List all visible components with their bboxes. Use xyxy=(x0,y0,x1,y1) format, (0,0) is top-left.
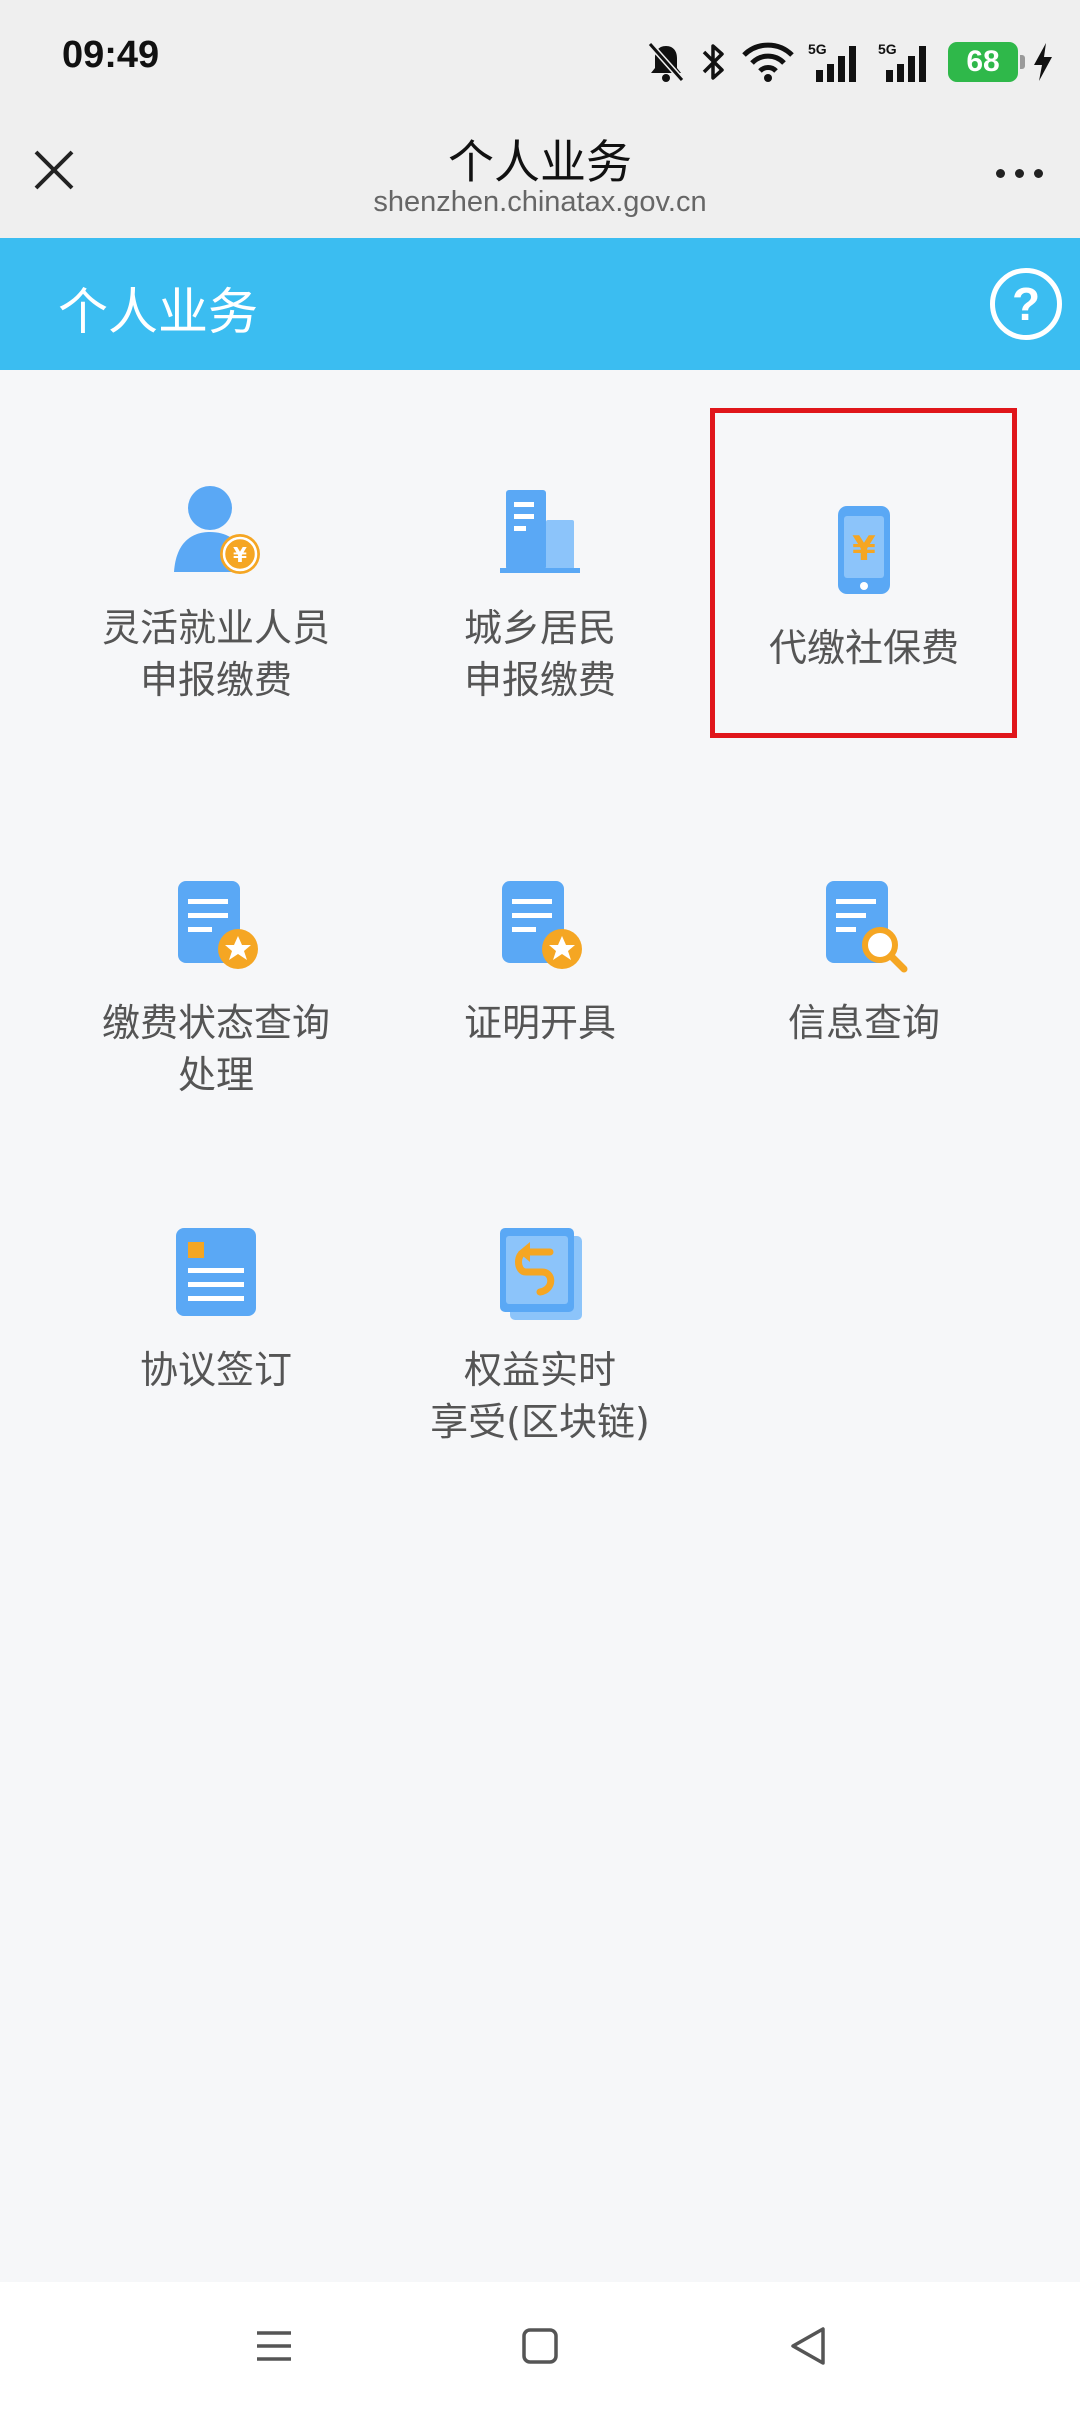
highlight-box xyxy=(710,408,1017,738)
service-label: 权益实时 享受(区块链) xyxy=(430,1348,650,1444)
help-button[interactable]: ? xyxy=(990,268,1062,340)
menu-icon xyxy=(257,2331,291,2361)
page-title: 个人业务 xyxy=(448,135,632,189)
signal-5g-icon: 5G xyxy=(878,41,926,82)
home-square-icon xyxy=(522,2328,558,2364)
service-rights-blockchain[interactable]: 权益实时 享受(区块链) xyxy=(378,1222,702,1448)
svg-text:¥: ¥ xyxy=(233,543,247,567)
back-triangle-icon xyxy=(791,2327,825,2365)
person-yuan-icon: ¥ xyxy=(174,486,260,574)
nav-back-button[interactable] xyxy=(776,2314,840,2378)
building-icon xyxy=(500,490,580,573)
page-url: shenzhen.chinatax.gov.cn xyxy=(373,186,707,218)
service-flexible-employment[interactable]: ¥ 灵活就业人员 申报缴费 xyxy=(54,480,378,706)
service-label: 证明开具 xyxy=(463,1001,616,1045)
status-bar: 09:49 5G 5G 68 xyxy=(0,0,1080,120)
browser-header: 个人业务 shenzhen.chinatax.gov.cn xyxy=(0,120,1080,238)
wifi-icon xyxy=(742,42,794,82)
status-time: 09:49 xyxy=(62,34,160,76)
service-info-query[interactable]: 信息查询 xyxy=(702,875,1026,1049)
document-star-icon xyxy=(178,881,258,969)
service-agreement[interactable]: 协议签订 xyxy=(54,1222,378,1396)
more-dot-icon xyxy=(995,168,1005,178)
more-dot-icon xyxy=(1033,168,1043,178)
system-nav-bar xyxy=(0,2282,1080,2412)
contract-icon xyxy=(176,1228,256,1316)
battery-level: 68 xyxy=(966,45,1000,78)
mute-icon xyxy=(647,42,685,82)
charging-icon xyxy=(1034,43,1052,81)
document-search-icon xyxy=(826,881,908,973)
svg-text:5G: 5G xyxy=(808,41,827,57)
service-label: 城乡居民 申报缴费 xyxy=(463,606,616,702)
service-certificate[interactable]: 证明开具 xyxy=(378,875,702,1049)
nav-home-button[interactable] xyxy=(508,2314,572,2378)
document-star-icon xyxy=(502,881,582,969)
page-banner: 个人业务 ? xyxy=(0,238,1080,370)
service-payment-status[interactable]: 缴费状态查询 处理 xyxy=(54,875,378,1101)
service-label: 灵活就业人员 申报缴费 xyxy=(101,606,330,702)
book-icon xyxy=(500,1228,582,1320)
nav-menu-button[interactable] xyxy=(242,2314,306,2378)
battery-indicator: 68 xyxy=(948,42,1025,82)
service-urban-rural[interactable]: 城乡居民 申报缴费 xyxy=(378,480,702,706)
banner-title: 个人业务 xyxy=(58,283,258,341)
more-dot-icon xyxy=(1014,168,1024,178)
status-icons: 5G 5G 68 xyxy=(646,36,1054,88)
signal-5g-icon: 5G xyxy=(808,41,856,82)
bluetooth-icon xyxy=(702,44,724,80)
service-label: 缴费状态查询 处理 xyxy=(101,1001,330,1097)
service-label: 协议签订 xyxy=(139,1348,292,1392)
svg-text:5G: 5G xyxy=(878,41,897,57)
more-options-button[interactable] xyxy=(984,148,1054,198)
service-label: 信息查询 xyxy=(787,1001,940,1045)
